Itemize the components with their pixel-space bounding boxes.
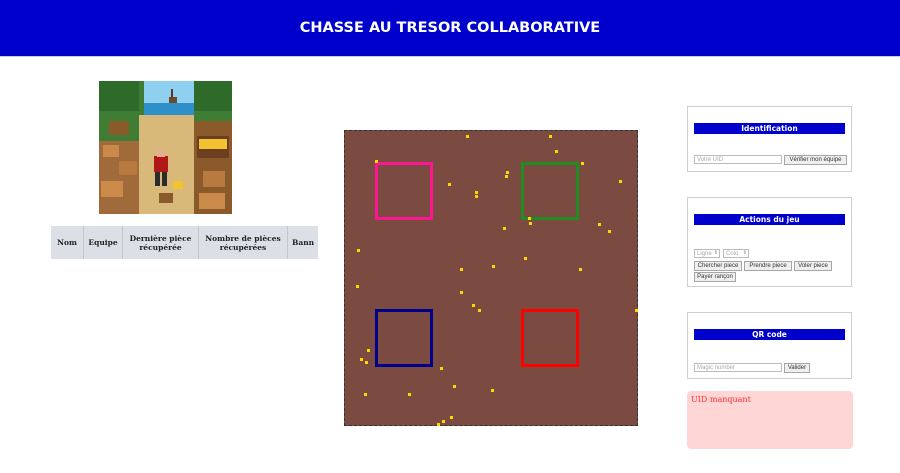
coin-marker	[505, 175, 508, 178]
error-message-box: UID manquant	[687, 391, 853, 449]
coin-marker	[528, 217, 531, 220]
treasure-illustration	[99, 81, 232, 214]
coin-marker	[375, 160, 378, 163]
coin-marker	[581, 162, 584, 165]
coin-marker	[440, 367, 443, 370]
coin-marker	[503, 227, 506, 230]
coin-marker	[506, 171, 509, 174]
coin-marker	[475, 191, 478, 194]
coin-marker	[448, 183, 451, 186]
magic-number-input[interactable]: Magic number	[694, 363, 782, 372]
coin-marker	[460, 291, 463, 294]
coin-marker	[442, 420, 445, 423]
column-input-placeholder: Colo	[726, 250, 739, 257]
header-divider	[0, 56, 900, 57]
coin-marker	[579, 268, 582, 271]
coin-marker	[450, 416, 453, 419]
table-header-row: Nom Equipe Dernière pièce récupérée Nomb…	[51, 226, 319, 259]
coin-marker	[608, 230, 611, 233]
red-team-base	[521, 309, 579, 367]
row-input[interactable]: Ligne ⇕	[694, 249, 720, 258]
coin-marker	[478, 309, 481, 312]
coin-marker	[356, 285, 359, 288]
column-header: Nombre de pièces récupérées	[198, 226, 288, 259]
coin-marker	[408, 393, 411, 396]
coin-marker	[437, 423, 440, 426]
coin-marker	[466, 135, 469, 138]
coin-marker	[491, 389, 494, 392]
coin-marker	[635, 309, 638, 312]
coin-marker	[549, 135, 552, 138]
error-message: UID manquant	[691, 395, 751, 404]
coin-marker	[475, 195, 478, 198]
app-header: CHASSE AU TRESOR COLLABORATIVE	[0, 0, 900, 56]
coin-marker	[472, 304, 475, 307]
column-header: Equipe	[83, 226, 123, 259]
column-header: Bann	[287, 226, 319, 259]
coin-marker	[492, 265, 495, 268]
green-team-base	[521, 162, 579, 220]
take-coin-button[interactable]: Prendre piece	[744, 261, 792, 271]
coin-marker	[357, 249, 360, 252]
coin-marker	[524, 257, 527, 260]
pink-team-base	[375, 162, 433, 220]
row-input-placeholder: Ligne	[697, 250, 712, 257]
coin-marker	[619, 180, 622, 183]
app-title: CHASSE AU TRESOR COLLABORATIVE	[299, 20, 601, 36]
game-board[interactable]	[344, 130, 638, 426]
actions-panel: Actions du jeu Ligne ⇕ Colo ⇕ Chercher p…	[687, 197, 852, 287]
coin-marker	[367, 349, 370, 352]
verify-team-button[interactable]: Vérifier mon équipe	[784, 155, 847, 165]
players-table: Nom Equipe Dernière pièce récupérée Nomb…	[51, 226, 319, 259]
validate-button[interactable]: Valider	[784, 363, 810, 373]
stepper-icon[interactable]: ⇕	[743, 250, 747, 256]
stepper-icon[interactable]: ⇕	[714, 250, 718, 256]
panel-title: Actions du jeu	[694, 214, 845, 225]
coin-marker	[529, 222, 532, 225]
coin-marker	[555, 150, 558, 153]
panel-title: Identification	[694, 123, 845, 134]
column-header: Dernière pièce récupérée	[122, 226, 199, 259]
uid-input[interactable]: Votre UID	[694, 155, 782, 164]
panel-title: QR code	[694, 329, 845, 340]
blue-team-base	[375, 309, 433, 367]
coin-marker	[453, 385, 456, 388]
coin-marker	[360, 358, 363, 361]
column-header: Nom	[51, 226, 84, 259]
pay-ransom-button[interactable]: Payer rançon	[694, 272, 736, 282]
coin-marker	[365, 361, 368, 364]
coin-marker	[598, 223, 601, 226]
coin-marker	[364, 393, 367, 396]
identification-panel: Identification Votre UID Vérifier mon éq…	[687, 106, 852, 172]
search-coin-button[interactable]: Chercher piece	[694, 261, 742, 271]
qr-code-panel: QR code Magic number Valider	[687, 312, 852, 379]
steal-coin-button[interactable]: Voler piece	[794, 261, 832, 271]
column-input[interactable]: Colo ⇕	[723, 249, 749, 258]
coin-marker	[460, 268, 463, 271]
